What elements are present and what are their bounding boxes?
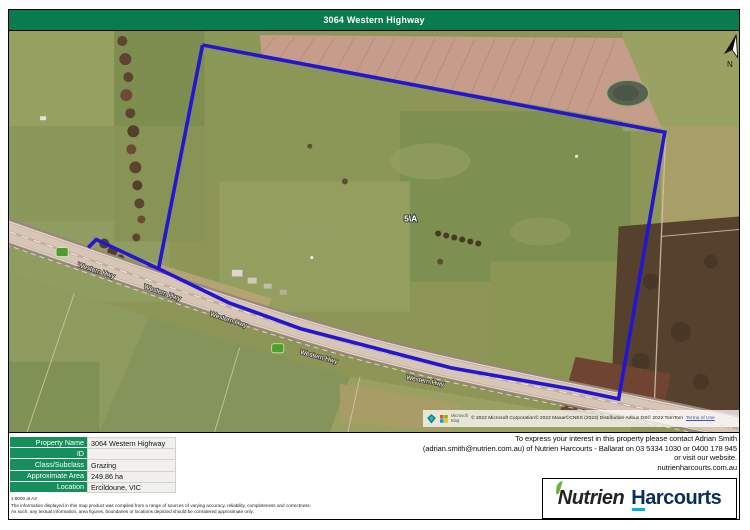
row-label: Location: [10, 481, 87, 493]
aerial-imagery: [9, 31, 739, 432]
page-title: 3064 Western Highway: [323, 15, 425, 25]
table-row: Approximate Area 249.86 ha: [10, 470, 176, 482]
contact-line: or visit our website.: [674, 453, 737, 463]
row-value: Ercildoune, VIC: [87, 481, 176, 493]
parcel-label: 5\A: [404, 213, 417, 223]
harcourts-wordmark: Harcourts: [631, 487, 722, 511]
flyer-sheet: 3064 Western Highway Western Hwy Western…: [8, 9, 740, 520]
table-row: ID: [10, 448, 176, 460]
table-row: Property Name 3064 Western Highway: [10, 437, 176, 449]
property-details-table: Property Name 3064 Western Highway ID Cl…: [10, 437, 176, 493]
row-label: Class/Subclass: [10, 459, 87, 471]
aerial-map: Western Hwy Western Hwy Western Hwy West…: [9, 31, 739, 433]
row-value: 3064 Western Highway: [87, 437, 176, 449]
harcourts-cyan-underline: [632, 508, 646, 511]
row-label: Approximate Area: [10, 470, 87, 482]
terms-of-use-link[interactable]: Terms of Use: [686, 416, 715, 421]
contact-block: To express your interest in this propert…: [423, 434, 737, 473]
row-label: ID: [10, 448, 87, 460]
table-row: Class/Subclass Grazing: [10, 459, 176, 471]
scale-note: 1:8000 at A3: [11, 496, 37, 501]
title-bar: 3064 Western Highway: [9, 10, 739, 31]
bing-provider-label: Microsoft Bing: [451, 412, 468, 423]
footer: Property Name 3064 Western Highway ID Cl…: [9, 433, 739, 519]
microsoft-logo-icon: [440, 414, 448, 423]
contact-line: (adrian.smith@nutrien.com.au) of Nutrien…: [422, 443, 737, 453]
row-value: Grazing: [87, 459, 176, 471]
map-copyright-text: © 2022 Microsoft Corporation© 2022 Maxar…: [471, 416, 683, 421]
row-value: 249.86 ha: [87, 470, 176, 482]
nutrien-leaf-icon: [555, 481, 563, 494]
contact-line: To express your interest in this propert…: [515, 434, 737, 443]
row-label: Property Name: [10, 437, 87, 449]
map-canvas: Western Hwy Western Hwy Western Hwy West…: [9, 31, 739, 432]
row-value: [87, 448, 176, 460]
nutrien-wordmark: Nutrien: [555, 481, 625, 510]
bing-logo-icon: [427, 414, 436, 424]
north-label: N: [727, 60, 733, 69]
contact-website: nutrienharcourts.com.au: [657, 463, 737, 473]
disclaimer-text: The information displayed in this map pr…: [11, 503, 311, 514]
nutrien-harcourts-logo: Nutrien Harcourts: [542, 478, 737, 519]
table-row: Location Ercildoune, VIC: [10, 481, 176, 493]
map-attribution-bar: Microsoft Bing © 2022 Microsoft Corporat…: [423, 410, 739, 427]
